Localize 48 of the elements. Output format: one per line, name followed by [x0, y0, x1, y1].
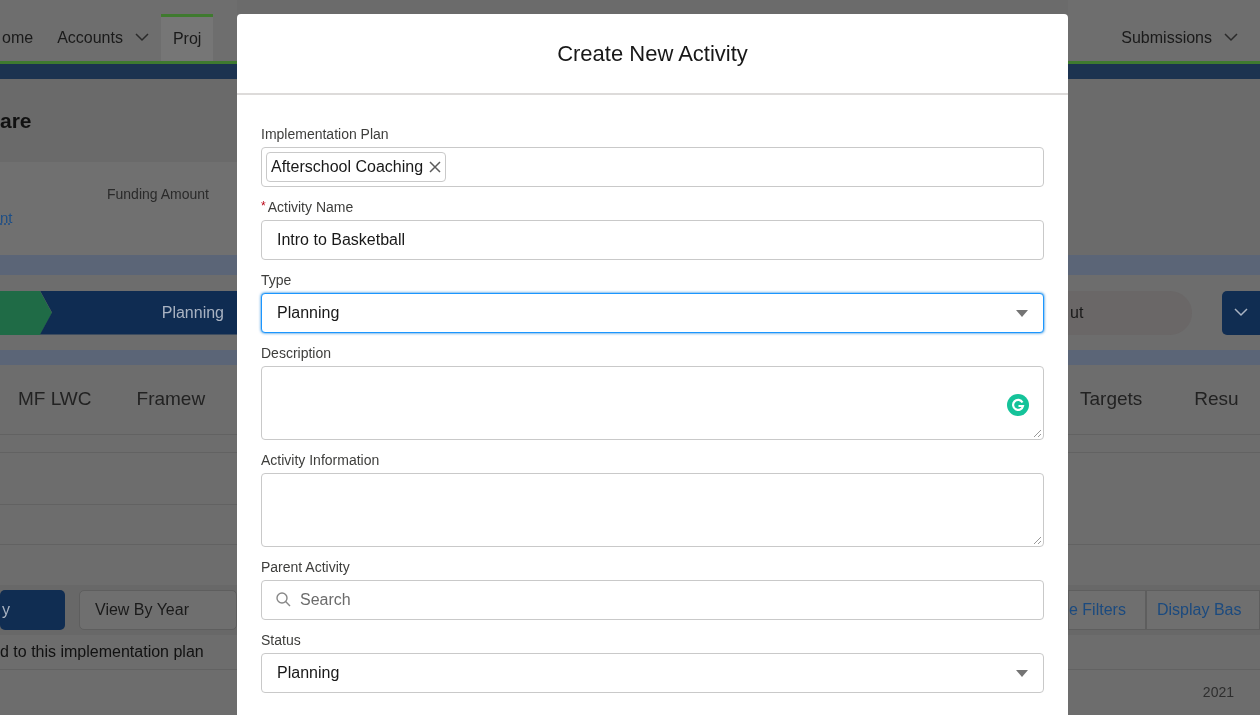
lookup-field[interactable]: Afterschool Coaching	[261, 147, 1044, 187]
filter-button[interactable]: Display Bas	[1146, 590, 1260, 630]
chevron-down-icon	[1234, 308, 1248, 317]
resize-handle-icon[interactable]	[1033, 536, 1041, 544]
field-label: Implementation Plan	[261, 125, 389, 144]
dropdown-arrow-icon	[1016, 309, 1028, 317]
year-label: 2021	[1202, 683, 1234, 702]
field-label: Activity Information	[261, 451, 380, 470]
search-icon	[276, 592, 291, 607]
grammarly-icon[interactable]	[1007, 394, 1029, 416]
nav-tab[interactable]: Accounts	[45, 14, 161, 61]
nav-tab[interactable]: Proj	[160, 14, 214, 61]
record-tab[interactable]: Resu	[1194, 385, 1239, 414]
field-label: Activity Name	[267, 198, 354, 217]
record-title: are	[0, 107, 32, 134]
filter-button[interactable]: e Filters	[1068, 590, 1146, 630]
record-tab[interactable]: Framew	[136, 385, 206, 414]
selected-pill[interactable]: Afterschool Coaching	[266, 152, 447, 182]
chevron-down-icon	[1224, 33, 1238, 42]
select-field[interactable]: Planning	[261, 293, 1044, 333]
field-label: Status	[261, 631, 301, 650]
path-stage[interactable]: ut	[1068, 290, 1192, 335]
nav-tab[interactable]: Submissions	[1109, 14, 1250, 61]
primary-button[interactable]: y	[0, 590, 65, 630]
dropdown-arrow-icon	[1016, 669, 1028, 677]
field-label: Funding Amount	[107, 185, 209, 204]
record-tab[interactable]: MF LWC	[18, 385, 92, 414]
close-icon[interactable]	[429, 161, 442, 173]
view-button[interactable]: View By Year	[79, 590, 237, 630]
textarea-field[interactable]	[261, 366, 1044, 440]
modal-title: Create New Activity	[557, 40, 748, 68]
path-stage-current[interactable]: Planning	[40, 290, 237, 335]
search-field[interactable]: Search	[261, 580, 1044, 620]
path-stage-complete[interactable]	[0, 290, 54, 335]
chevron-down-icon	[134, 33, 149, 42]
field-label: Description	[261, 344, 332, 363]
required-mark: *	[261, 198, 266, 215]
text-field[interactable]: Intro to Basketball	[261, 220, 1044, 260]
record-tab[interactable]: Targets	[1080, 385, 1143, 414]
select-field[interactable]: Planning	[261, 653, 1044, 693]
record-link[interactable]: nt	[0, 207, 13, 230]
resize-handle-icon[interactable]	[1033, 429, 1041, 437]
info-text: d to this implementation plan	[0, 642, 204, 662]
path-dropdown-button[interactable]	[1222, 290, 1260, 335]
field-label: Parent Activity	[261, 558, 350, 577]
nav-tab[interactable]: ome	[0, 14, 46, 61]
textarea-field[interactable]	[261, 473, 1044, 547]
field-label: Type	[261, 271, 292, 290]
